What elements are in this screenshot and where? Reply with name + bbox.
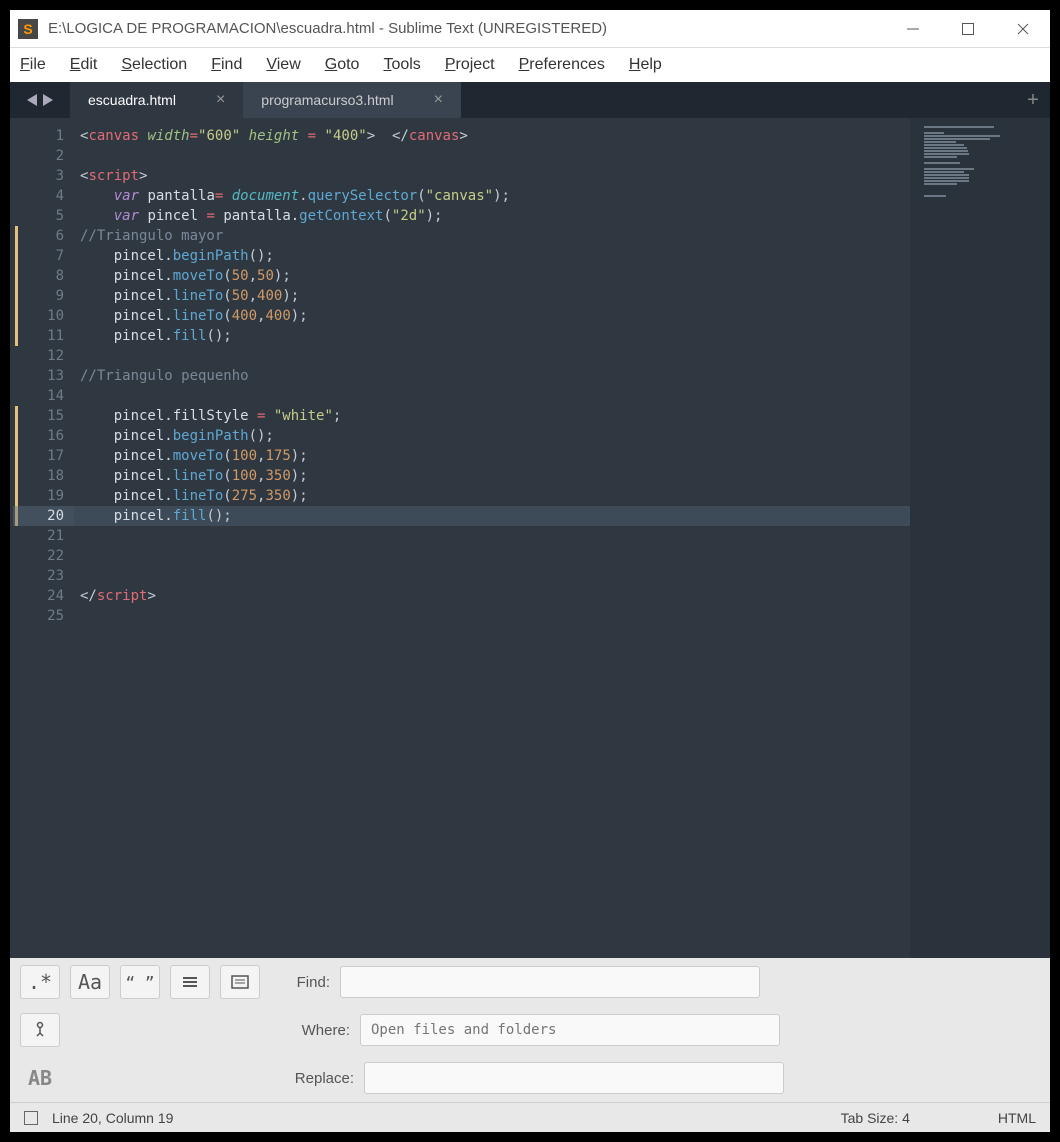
code-editor[interactable]: <canvas width="600" height = "400"> </ca…: [74, 118, 910, 958]
window-title: E:\LOGICA DE PROGRAMACION\escuadra.html …: [48, 20, 885, 37]
find-input[interactable]: [340, 966, 760, 998]
where-input[interactable]: [360, 1014, 780, 1046]
find-label: Find:: [270, 974, 330, 991]
menu-preferences[interactable]: Preferences: [519, 56, 605, 74]
close-button[interactable]: [995, 10, 1050, 47]
app-window: S E:\LOGICA DE PROGRAMACION\escuadra.htm…: [10, 10, 1050, 1132]
menu-help[interactable]: Help: [629, 56, 662, 74]
tab-escuadra-html[interactable]: escuadra.html ×: [70, 82, 243, 118]
replace-label: Replace:: [70, 1070, 354, 1087]
window-controls: [885, 10, 1050, 47]
tab-programacurso3-html[interactable]: programacurso3.html ×: [243, 82, 461, 118]
case-sensitive-toggle[interactable]: Aa: [70, 965, 110, 999]
replace-input[interactable]: [364, 1062, 784, 1094]
cursor-position: Line 20, Column 19: [52, 1110, 173, 1126]
tab-label: escuadra.html: [88, 92, 176, 108]
regex-toggle[interactable]: .*: [20, 965, 60, 999]
minimize-button[interactable]: [885, 10, 940, 47]
menu-edit[interactable]: Edit: [70, 56, 98, 74]
context-toggle[interactable]: [220, 965, 260, 999]
tab-nav-arrows[interactable]: [10, 82, 70, 118]
panel-switcher-icon[interactable]: [24, 1111, 38, 1125]
use-buffer-toggle[interactable]: [20, 1013, 60, 1047]
titlebar: S E:\LOGICA DE PROGRAMACION\escuadra.htm…: [10, 10, 1050, 48]
menu-goto[interactable]: Goto: [325, 56, 360, 74]
close-icon[interactable]: ×: [216, 91, 225, 109]
menubar: File Edit Selection Find View Goto Tools Projec…: [10, 48, 1050, 82]
wrap-toggle[interactable]: [170, 965, 210, 999]
app-body: escuadra.html × programacurso3.html × + 123…: [10, 82, 1050, 1132]
tab-gap: [461, 82, 1016, 118]
status-bar: Line 20, Column 19 Tab Size: 4 HTML: [10, 1102, 1050, 1132]
where-label: Where:: [70, 1022, 350, 1039]
line-gutter[interactable]: 1234567891011121314151617181920212223242…: [10, 118, 74, 958]
tab-label: programacurso3.html: [261, 92, 393, 108]
sublime-logo-icon: S: [18, 19, 38, 39]
new-tab-button[interactable]: +: [1016, 82, 1050, 118]
whole-word-toggle[interactable]: “ ”: [120, 965, 160, 999]
menu-file[interactable]: File: [20, 56, 46, 74]
minimap[interactable]: [910, 118, 1050, 958]
menu-selection[interactable]: Selection: [121, 56, 187, 74]
find-replace-panel: .* Aa “ ” Find: Where: AB Replace:: [10, 958, 1050, 1102]
editor-area: 1234567891011121314151617181920212223242…: [10, 118, 1050, 958]
menu-find[interactable]: Find: [211, 56, 242, 74]
maximize-button[interactable]: [940, 10, 995, 47]
tab-bar: escuadra.html × programacurso3.html × +: [10, 82, 1050, 118]
tab-size-button[interactable]: Tab Size: 4: [841, 1110, 910, 1126]
preserve-case-toggle[interactable]: AB: [20, 1061, 60, 1095]
syntax-button[interactable]: HTML: [998, 1110, 1036, 1126]
menu-tools[interactable]: Tools: [383, 56, 420, 74]
close-icon[interactable]: ×: [434, 91, 443, 109]
menu-project[interactable]: Project: [445, 56, 495, 74]
menu-view[interactable]: View: [266, 56, 300, 74]
